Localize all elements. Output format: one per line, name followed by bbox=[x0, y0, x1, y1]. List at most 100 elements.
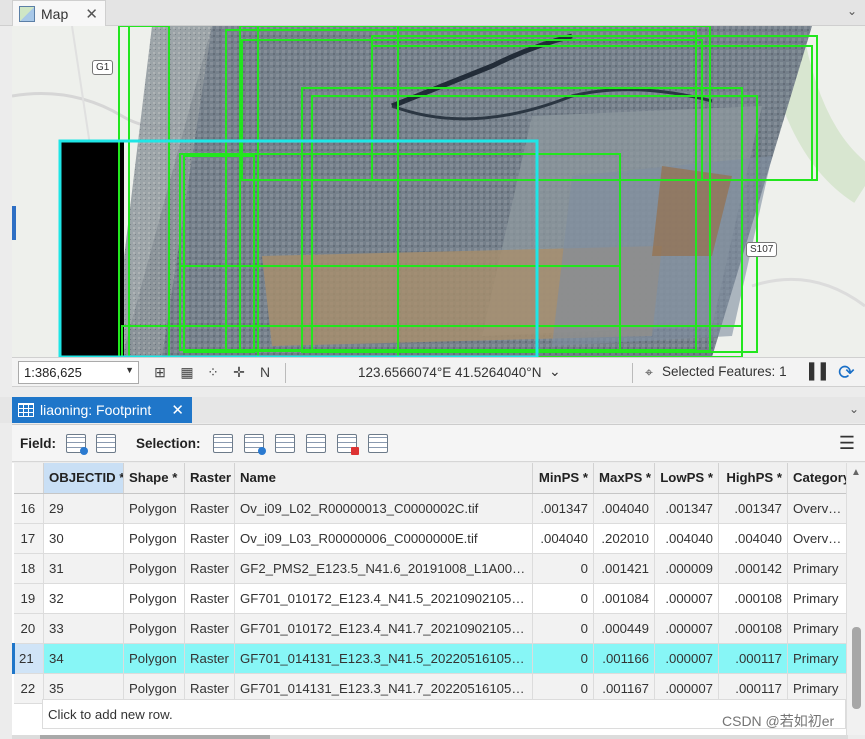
north-arrow-icon[interactable]: N bbox=[256, 364, 274, 381]
cell-category[interactable]: Primary bbox=[787, 553, 848, 584]
row-number[interactable]: 19 bbox=[13, 583, 44, 614]
cell-maxps[interactable]: .000449 bbox=[593, 613, 655, 644]
cell-name[interactable]: GF701_010172_E123.4_N41.7_20210902105713 bbox=[234, 613, 533, 644]
switch-selection-icon[interactable] bbox=[275, 434, 295, 453]
cell-minps[interactable]: 0 bbox=[532, 613, 594, 644]
cell-category[interactable]: Primary bbox=[787, 613, 848, 644]
menu-icon[interactable]: ☰ bbox=[839, 433, 855, 454]
snapping-icon[interactable]: ⁘ bbox=[204, 364, 222, 381]
map-view[interactable]: G1 S107 bbox=[12, 26, 865, 357]
cell-raster[interactable]: Raster bbox=[184, 613, 235, 644]
cell-name[interactable]: Ov_i09_L03_R00000006_C0000000E.tif bbox=[234, 523, 533, 554]
grid-icon[interactable]: ▦ bbox=[178, 364, 196, 381]
row-number[interactable]: 22 bbox=[13, 673, 44, 704]
column-header-maxps[interactable]: MaxPS * bbox=[593, 463, 655, 494]
copy-selection-icon[interactable] bbox=[368, 434, 388, 453]
table-row[interactable]: 16 29 Polygon Raster Ov_i09_L02_R00000013_C0… bbox=[13, 493, 848, 524]
scroll-thumb[interactable] bbox=[40, 735, 270, 739]
column-header-objectid[interactable]: OBJECTID * bbox=[43, 463, 124, 494]
cell-lowps[interactable]: .000007 bbox=[654, 613, 719, 644]
cell-minps[interactable]: 0 bbox=[532, 643, 594, 674]
chevron-down-icon[interactable]: ⌄ bbox=[849, 402, 859, 416]
cell-objectid[interactable]: 31 bbox=[43, 553, 124, 584]
cell-highps[interactable]: .001347 bbox=[718, 493, 788, 524]
cell-objectid[interactable]: 32 bbox=[43, 583, 124, 614]
cell-shape[interactable]: Polygon bbox=[123, 523, 185, 554]
cell-highps[interactable]: .000108 bbox=[718, 583, 788, 614]
column-header-category[interactable]: Category bbox=[787, 463, 848, 494]
cell-maxps[interactable]: .001421 bbox=[593, 553, 655, 584]
table-row[interactable]: 17 30 Polygon Raster Ov_i09_L03_R00000006_C0… bbox=[13, 523, 848, 554]
cell-shape[interactable]: Polygon bbox=[123, 643, 185, 674]
cell-objectid[interactable]: 29 bbox=[43, 493, 124, 524]
refresh-icon[interactable]: ⟳ bbox=[838, 360, 855, 385]
cell-category[interactable]: Overview bbox=[787, 493, 848, 524]
cell-minps[interactable]: .004040 bbox=[532, 523, 594, 554]
cell-lowps[interactable]: .001347 bbox=[654, 493, 719, 524]
cell-maxps[interactable]: .001084 bbox=[593, 583, 655, 614]
cell-objectid[interactable]: 34 bbox=[43, 643, 124, 674]
cell-name[interactable]: GF701_014131_E123.3_N41.5_20220516105102 bbox=[234, 643, 533, 674]
select-features-icon[interactable]: ⌖ bbox=[640, 364, 658, 381]
cell-name[interactable]: GF2_PMS2_E123.5_N41.6_20191008_L1A00042.… bbox=[234, 553, 533, 584]
cell-lowps[interactable]: .000007 bbox=[654, 583, 719, 614]
cell-raster[interactable]: Raster bbox=[184, 493, 235, 524]
table-row[interactable]: 19 32 Polygon Raster GF701_010172_E123.4_N41… bbox=[13, 583, 848, 614]
scroll-thumb[interactable] bbox=[852, 627, 861, 709]
zoom-to-selection-icon[interactable] bbox=[244, 434, 266, 455]
close-icon[interactable]: ✕ bbox=[171, 401, 184, 419]
calculate-field-icon[interactable] bbox=[96, 434, 116, 453]
cell-shape[interactable]: Polygon bbox=[123, 493, 185, 524]
cell-raster[interactable]: Raster bbox=[184, 643, 235, 674]
delete-selection-icon[interactable] bbox=[337, 434, 359, 455]
chevron-down-icon[interactable]: ⌄ bbox=[549, 363, 561, 380]
cell-maxps[interactable]: .004040 bbox=[593, 493, 655, 524]
cell-shape[interactable]: Polygon bbox=[123, 613, 185, 644]
column-header-lowps[interactable]: LowPS * bbox=[654, 463, 719, 494]
cell-highps[interactable]: .000108 bbox=[718, 613, 788, 644]
cell-maxps[interactable]: .202010 bbox=[593, 523, 655, 554]
cell-shape[interactable]: Polygon bbox=[123, 553, 185, 584]
table-row[interactable]: 20 33 Polygon Raster GF701_010172_E123.4_N41… bbox=[13, 613, 848, 644]
column-header-shape[interactable]: Shape * bbox=[123, 463, 185, 494]
select-by-attributes-icon[interactable] bbox=[213, 434, 233, 453]
cell-objectid[interactable]: 30 bbox=[43, 523, 124, 554]
cell-highps[interactable]: .004040 bbox=[718, 523, 788, 554]
cell-highps[interactable]: .000142 bbox=[718, 553, 788, 584]
cell-lowps[interactable]: .004040 bbox=[654, 523, 719, 554]
cell-lowps[interactable]: .000007 bbox=[654, 643, 719, 674]
cell-name[interactable]: GF701_010172_E123.4_N41.5_20210902105716 bbox=[234, 583, 533, 614]
row-number[interactable]: 18 bbox=[13, 553, 44, 584]
clear-selection-icon[interactable] bbox=[306, 434, 326, 453]
close-icon[interactable]: ✕ bbox=[85, 5, 98, 23]
cell-highps[interactable]: .000117 bbox=[718, 643, 788, 674]
cell-shape[interactable]: Polygon bbox=[123, 583, 185, 614]
cell-objectid[interactable]: 33 bbox=[43, 613, 124, 644]
row-number[interactable]: 16 bbox=[13, 493, 44, 524]
fixed-zoom-icon[interactable]: ⊞ bbox=[151, 364, 169, 381]
chevron-up-icon[interactable]: ▲ bbox=[851, 467, 861, 478]
cell-minps[interactable]: .001347 bbox=[532, 493, 594, 524]
cell-name[interactable]: Ov_i09_L02_R00000013_C0000002C.tif bbox=[234, 493, 533, 524]
column-header-raster[interactable]: Raster bbox=[184, 463, 235, 494]
column-header-minps[interactable]: MinPS * bbox=[532, 463, 594, 494]
table-row[interactable]: 21 34 Polygon Raster GF701_014131_E123.3_N41… bbox=[12, 643, 848, 674]
add-field-icon[interactable] bbox=[66, 434, 88, 455]
map-canvas[interactable] bbox=[12, 26, 865, 357]
cell-lowps[interactable]: .000009 bbox=[654, 553, 719, 584]
row-number[interactable]: 17 bbox=[13, 523, 44, 554]
cell-minps[interactable]: 0 bbox=[532, 553, 594, 584]
tab-attribute-table[interactable]: liaoning: Footprint ✕ bbox=[12, 397, 192, 423]
column-header-name[interactable]: Name bbox=[234, 463, 533, 494]
chevron-down-icon[interactable]: ⌄ bbox=[847, 4, 857, 18]
constraint-icon[interactable]: ✛ bbox=[230, 364, 248, 381]
column-header-highps[interactable]: HighPS * bbox=[718, 463, 788, 494]
cell-raster[interactable]: Raster bbox=[184, 583, 235, 614]
cell-category[interactable]: Primary bbox=[787, 583, 848, 614]
vertical-scrollbar[interactable]: ▲ bbox=[846, 463, 865, 735]
cell-maxps[interactable]: .001166 bbox=[593, 643, 655, 674]
scale-select[interactable]: 1:386,625 ▼ bbox=[18, 361, 139, 384]
cell-minps[interactable]: 0 bbox=[532, 583, 594, 614]
cell-category[interactable]: Overview bbox=[787, 523, 848, 554]
cell-category[interactable]: Primary bbox=[787, 643, 848, 674]
